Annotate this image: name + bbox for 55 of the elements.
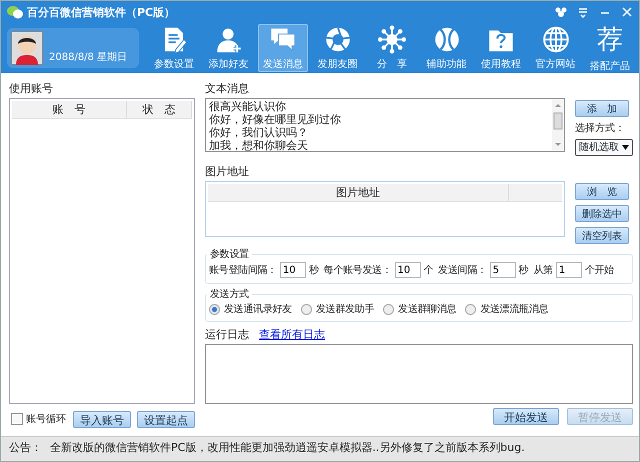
input-field[interactable]: 10 <box>394 262 421 278</box>
checkbox-label: 账号循环 <box>26 412 66 426</box>
field-label: 发送间隔： <box>438 264 487 277</box>
field-label: 每个账号发送： <box>324 264 392 277</box>
view-logs-link[interactable]: 查看所有日志 <box>259 327 325 342</box>
radio-label: 发送群发助手 <box>316 302 374 316</box>
toolbar-button[interactable]: 发朋友圈 <box>312 24 362 72</box>
input-field[interactable]: 1 <box>556 262 582 278</box>
toolbar-button[interactable]: 参数设置 <box>149 24 199 72</box>
user-date: 2088/8/8 星期日 <box>49 50 128 64</box>
message-line[interactable]: 加我，想和你聊会天 <box>209 139 549 151</box>
toolbar-button[interactable]: 辅助功能 <box>422 24 472 72</box>
radio-label: 发送群聊消息 <box>398 302 456 316</box>
message-list[interactable]: 很高兴能认识你 你好，好像在哪里见到过你 你好，我们认识吗？ 加我，想和你聊会天 <box>205 98 565 152</box>
message-line[interactable]: 很高兴能认识你 <box>209 100 549 113</box>
unit-label: 个开始 <box>584 264 614 277</box>
mode-label: 选择方式： <box>575 122 625 135</box>
toolbar-button[interactable]: 分 享 <box>367 24 417 72</box>
field-label: 从第 <box>533 264 553 277</box>
account-button[interactable]: 设置起点 <box>137 410 195 428</box>
image-table[interactable]: 图片地址 <box>205 181 565 237</box>
message-line[interactable]: 你好，好像在哪里见到过你 <box>209 113 549 126</box>
toolbar-button[interactable]: 使用教程 <box>476 24 526 72</box>
column-header[interactable]: 账 号 <box>12 101 128 118</box>
image-button[interactable]: 删除选中 <box>575 205 629 222</box>
input-field[interactable]: 5 <box>490 262 516 278</box>
image-button[interactable]: 浏 览 <box>575 183 629 200</box>
section-label: 运行日志 <box>205 327 249 342</box>
toolbar-button[interactable]: 官方网站 <box>530 24 580 72</box>
section-label: 文本消息 <box>205 81 250 95</box>
group-title: 参数设置 <box>209 248 250 261</box>
column-header[interactable]: 状 态 <box>127 101 192 118</box>
unit-label: 秒 <box>308 264 319 277</box>
unit-label: 个 <box>424 264 434 277</box>
message-line[interactable]: 你好，我们认识吗？ <box>209 126 549 139</box>
field-label: 账号登陆间隔： <box>209 264 277 277</box>
toolbar-button[interactable]: 荐 搭配产品 <box>585 24 635 72</box>
window-title: 百分百微信营销软件（PC版） <box>27 4 176 20</box>
section-label: 使用账号 <box>9 81 54 95</box>
notice-text: 全新改版的微信营销软件PC版，改用性能更加强劲逍遥安卓模拟器..另外修复了之前版本系列bug. <box>50 440 525 454</box>
radio-label: 发送漂流瓶消息 <box>480 302 548 316</box>
recommend-glyph: 荐 <box>597 24 623 56</box>
mode-dropdown[interactable]: 随机选取 <box>575 139 633 156</box>
notice-label: 公告： <box>9 440 42 454</box>
radio-label: 发送通讯录好友 <box>224 302 292 316</box>
unit-label: 秒 <box>518 264 528 277</box>
image-button[interactable]: 清空列表 <box>575 227 629 244</box>
input-field[interactable]: 10 <box>280 262 306 278</box>
add-button[interactable]: 添 加 <box>575 100 629 117</box>
account-button[interactable]: 导入账号 <box>73 410 131 428</box>
send-button[interactable]: 开始发送 <box>493 408 559 425</box>
section-label: 图片地址 <box>205 164 250 178</box>
toolbar-button[interactable]: 添加好友 <box>204 24 254 72</box>
group-title: 发送方式 <box>209 288 250 301</box>
account-table[interactable]: 账 号 状 态 <box>9 98 195 404</box>
